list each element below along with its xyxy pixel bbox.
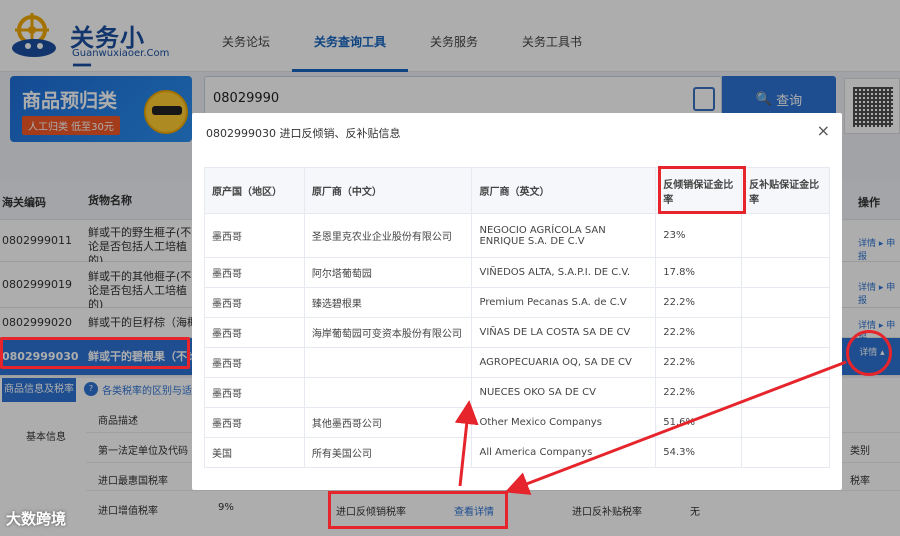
cell-subsidy-rate [741,437,830,468]
table-row: 墨西哥 海岸葡萄园可变资本股份有限公司 VIÑAS DE LA COSTA SA… [204,317,830,348]
col-manufacturer-cn: 原厂商（中文） [303,167,473,214]
cell-subsidy-rate [741,213,830,258]
cell-subsidy-rate [741,377,830,408]
cell-manufacturer-en: AGROPECUARIA OQ, SA DE CV [471,347,657,378]
cell-manufacturer-cn [303,347,473,378]
cell-origin: 墨西哥 [204,377,305,408]
cell-antidumping-rate: 51.6% [655,407,743,438]
highlight-selected-row [0,337,190,369]
cell-subsidy-rate [741,407,830,438]
cell-origin: 墨西哥 [204,287,305,318]
highlight-detail-button [846,330,892,376]
cell-antidumping-rate: 23% [655,213,743,258]
cell-manufacturer-cn [303,377,473,408]
cell-origin: 美国 [204,437,305,468]
cell-manufacturer-cn: 阿尔塔葡萄园 [303,257,473,288]
cell-manufacturer-en: Premium Pecanas S.A. de C.V [471,287,657,318]
cell-manufacturer-en: NEGOCIO AGRÍCOLA SAN ENRIQUE S.A. DE C.V [471,213,657,258]
cell-manufacturer-cn: 所有美国公司 [303,437,473,468]
cell-subsidy-rate [741,257,830,288]
cell-antidumping-rate: 22.2% [655,347,743,378]
cell-manufacturer-cn: 其他墨西哥公司 [303,407,473,438]
cell-manufacturer-en: VIÑEDOS ALTA, S.A.P.I. DE C.V. [471,257,657,288]
table-row: 墨西哥 臻选碧根果 Premium Pecanas S.A. de C.V 22… [204,287,830,318]
cell-antidumping-rate: 22.2% [655,317,743,348]
cell-manufacturer-en: Other Mexico Companys [471,407,657,438]
cell-origin: 墨西哥 [204,407,305,438]
table-row: 墨西哥 其他墨西哥公司 Other Mexico Companys 51.6% [204,407,830,438]
close-icon[interactable]: × [817,121,830,140]
watermark: 大数跨境 [6,510,67,528]
table-row: 墨西哥 阿尔塔葡萄园 VIÑEDOS ALTA, S.A.P.I. DE C.V… [204,257,830,288]
cell-antidumping-rate: 54.3% [655,437,743,468]
cell-manufacturer-en: All America Companys [471,437,657,468]
cell-subsidy-rate [741,287,830,318]
col-subsidy-rate: 反补贴保证金比率 [741,167,830,214]
highlight-antidumping-column [658,166,746,214]
table-row: 墨西哥 NUECES OKO SA DE CV 22.2% [204,377,830,408]
cell-manufacturer-cn: 臻选碧根果 [303,287,473,318]
cell-antidumping-rate: 17.8% [655,257,743,288]
cell-antidumping-rate: 22.2% [655,287,743,318]
table-row: 墨西哥 圣恩里克农业企业股份有限公司 NEGOCIO AGRÍCOLA SAN … [204,213,830,258]
cell-origin: 墨西哥 [204,317,305,348]
col-manufacturer-en: 原厂商（英文） [471,167,657,214]
cell-subsidy-rate [741,317,830,348]
table-row: 美国 所有美国公司 All America Companys 54.3% [204,437,830,468]
cell-subsidy-rate [741,347,830,378]
cell-manufacturer-en: NUECES OKO SA DE CV [471,377,657,408]
highlight-antidumping-link [328,491,508,529]
cell-manufacturer-cn: 海岸葡萄园可变资本股份有限公司 [303,317,473,348]
cell-manufacturer-en: VIÑAS DE LA COSTA SA DE CV [471,317,657,348]
col-origin: 原产国（地区） [204,167,305,214]
cell-manufacturer-cn: 圣恩里克农业企业股份有限公司 [303,213,473,258]
cell-antidumping-rate: 22.2% [655,377,743,408]
cell-origin: 墨西哥 [204,213,305,258]
table-row: 墨西哥 AGROPECUARIA OQ, SA DE CV 22.2% [204,347,830,378]
cell-origin: 墨西哥 [204,257,305,288]
modal-title: 0802999030 进口反倾销、反补贴信息 [206,127,401,140]
cell-origin: 墨西哥 [204,347,305,378]
